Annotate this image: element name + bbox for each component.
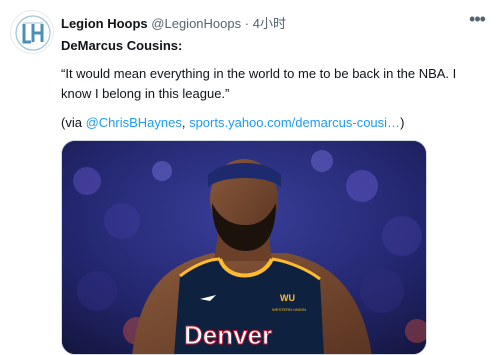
article-link[interactable]: sports.yahoo.com/demarcus-cousi… [189, 115, 400, 130]
via-open: (via [61, 115, 86, 130]
tweet-source-line: (via @ChrisBHaynes, sports.yahoo.com/dem… [61, 114, 404, 132]
tweet-timestamp[interactable]: 4小时 [253, 16, 286, 31]
tweet-quote: “It would mean everything in the world t… [61, 66, 457, 101]
jersey-wordmark: Denver [184, 320, 272, 350]
patch-top: WU [280, 293, 295, 303]
mention-link[interactable]: @ChrisBHaynes [86, 115, 182, 130]
legion-hoops-logo [12, 12, 53, 53]
via-close: ) [400, 115, 405, 130]
separator-dot: · [244, 16, 250, 31]
tweet-header: Legion Hoops @LegionHoops · 4小时 [61, 15, 465, 33]
author-handle[interactable]: @LegionHoops [151, 16, 241, 31]
via-comma: , [181, 115, 190, 130]
player-photo: WU WESTERN UNION Denver [62, 141, 426, 354]
tweet[interactable]: Legion Hoops @LegionHoops · 4小时 ••• DeMa… [0, 0, 499, 355]
more-horizontal-icon[interactable]: ••• [467, 10, 487, 30]
author-name[interactable]: Legion Hoops [61, 16, 148, 31]
tweet-media-image[interactable]: WU WESTERN UNION Denver [61, 140, 427, 355]
patch-bottom: WESTERN UNION [272, 307, 306, 312]
author-avatar[interactable] [10, 10, 54, 54]
tweet-subject: DeMarcus Cousins: [61, 38, 183, 53]
